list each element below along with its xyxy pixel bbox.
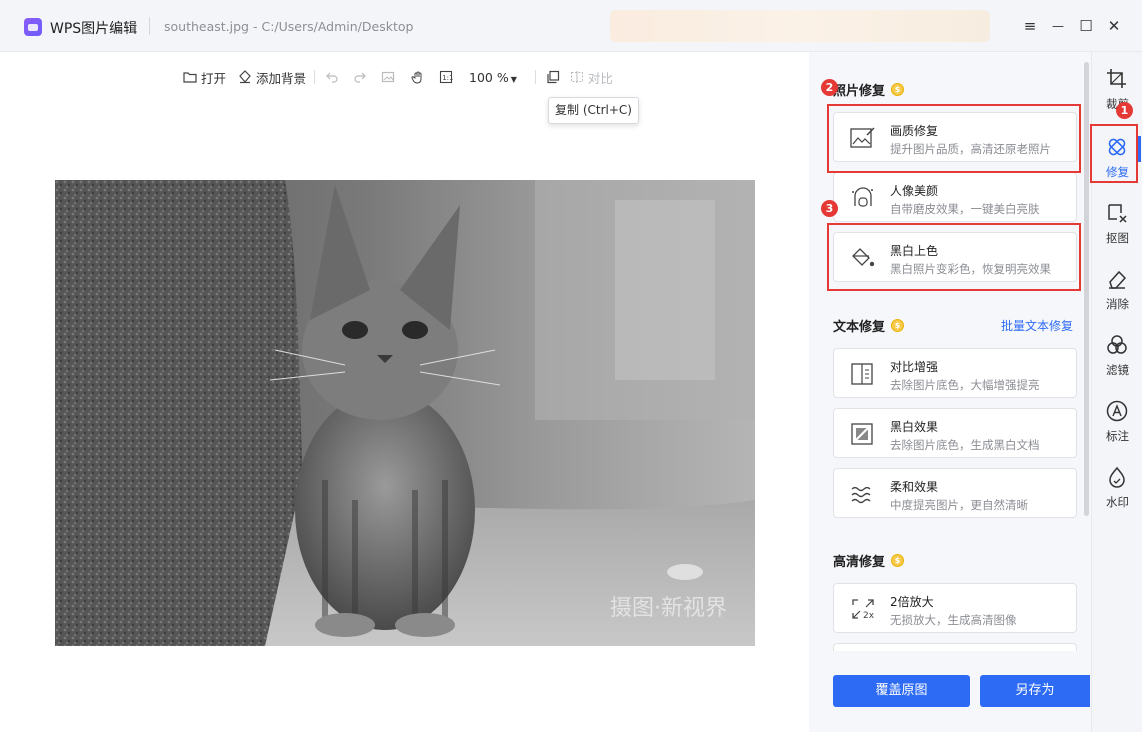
crop-icon xyxy=(1106,68,1128,90)
portrait-icon xyxy=(850,186,876,210)
card-desc: 去除图片底色，生成黑白文档 xyxy=(890,438,1040,452)
card-bw-effect[interactable]: 黑白效果 去除图片底色，生成黑白文档 xyxy=(833,408,1077,458)
card-soft-effect[interactable]: 柔和效果 中度提亮图片，更自然清晰 xyxy=(833,468,1077,518)
hand-icon[interactable] xyxy=(411,70,425,84)
nav-label: 抠图 xyxy=(1106,231,1129,245)
panel-scrollbar[interactable] xyxy=(1084,62,1089,516)
text-repair-label: 文本修复 xyxy=(833,320,886,335)
promo-banner[interactable] xyxy=(610,10,990,42)
card-desc: 自带磨皮效果，一键美白亮肤 xyxy=(890,202,1040,216)
hd-repair-label: 高清修复 xyxy=(833,555,886,570)
open-button[interactable]: 打开 xyxy=(183,68,226,87)
background-icon xyxy=(238,70,252,84)
bw-doc-icon xyxy=(850,422,876,446)
nav-active-indicator xyxy=(1138,136,1141,162)
cat-photo-image xyxy=(55,180,755,646)
folder-icon xyxy=(183,70,197,84)
toolbar-divider xyxy=(534,70,536,84)
copy-icon[interactable] xyxy=(546,70,560,84)
annotation-box-repair-nav xyxy=(1090,124,1138,183)
photo-repair-label: 照片修复 xyxy=(833,84,886,99)
annotation-badge-2: 2 xyxy=(821,79,838,96)
waves-icon xyxy=(850,482,876,506)
toolbar: 打开 添加背景 1:1 100 % ▼ 对比 xyxy=(183,66,613,88)
annotation-badge-1: 1 xyxy=(1116,102,1133,119)
open-label: 打开 xyxy=(201,70,227,86)
card-title: 2倍放大 xyxy=(890,595,934,609)
nav-annotate[interactable]: 标注 xyxy=(1092,390,1142,450)
batch-text-repair-link[interactable]: 批量文本修复 xyxy=(1001,317,1073,334)
nav-label: 消除 xyxy=(1106,297,1129,311)
card-title: 人像美颜 xyxy=(890,184,939,198)
card-title: 柔和效果 xyxy=(890,480,939,494)
zoom-value: 100 % xyxy=(469,69,509,85)
card-title: 黑白效果 xyxy=(890,420,939,434)
chevron-down-icon: ▼ xyxy=(510,74,517,84)
hd-repair-title: 高清修复 $ xyxy=(833,551,905,570)
compare-icon xyxy=(570,70,584,84)
svg-text:1:1: 1:1 xyxy=(442,74,453,82)
compare-button[interactable]: 对比 xyxy=(570,68,613,87)
nav-label: 标注 xyxy=(1106,429,1129,443)
card-desc: 无损放大，生成高清图像 xyxy=(890,613,1017,627)
add-background-button[interactable]: 添加背景 xyxy=(238,68,306,87)
nav-erase[interactable]: 消除 xyxy=(1092,258,1142,318)
file-path: southeast.jpg - C:/Users/Admin/Desktop xyxy=(164,19,413,34)
upscale-icon: 2x xyxy=(850,597,876,621)
text-repair-title: 文本修复 $ xyxy=(833,316,905,335)
nav-filter[interactable]: 滤镜 xyxy=(1092,324,1142,384)
coin-icon: $ xyxy=(891,83,905,96)
save-as-button[interactable]: 另存为 xyxy=(980,675,1090,707)
file-name: southeast.jpg xyxy=(164,19,249,34)
card-next-partial[interactable] xyxy=(833,643,1077,651)
coin-icon: $ xyxy=(891,319,905,332)
card-contrast-enhance[interactable]: 对比增强 去除图片底色，大幅增强提亮 xyxy=(833,348,1077,398)
svg-text:2x: 2x xyxy=(863,611,875,621)
nav-watermark[interactable]: 水印 xyxy=(1092,456,1142,516)
contrast-icon xyxy=(850,362,876,386)
zoom-level[interactable]: 100 % ▼ xyxy=(469,70,517,85)
title-bar: WPS图片编辑 southeast.jpg - C:/Users/Admin/D… xyxy=(0,0,1142,52)
nav-cutout[interactable]: 抠图 xyxy=(1092,192,1142,252)
card-desc: 中度提亮图片，更自然清晰 xyxy=(890,498,1028,512)
minimize-button[interactable]: — xyxy=(1048,16,1068,36)
title-divider xyxy=(149,17,150,35)
annotation-box-image-quality xyxy=(827,104,1081,173)
nav-label: 滤镜 xyxy=(1106,363,1129,377)
filter-icon xyxy=(1106,334,1128,356)
app-logo-icon xyxy=(24,18,42,36)
redo-icon[interactable] xyxy=(353,70,367,84)
image-icon[interactable] xyxy=(381,70,395,84)
edited-photo[interactable]: 摄图·新视界 xyxy=(55,180,755,646)
copy-tooltip: 复制 (Ctrl+C) xyxy=(548,97,639,124)
card-title: 对比增强 xyxy=(890,360,939,374)
nav-label: 水印 xyxy=(1106,495,1129,509)
overwrite-original-button[interactable]: 覆盖原图 xyxy=(833,675,970,707)
card-desc: 去除图片底色，大幅增强提亮 xyxy=(890,378,1040,392)
menu-icon[interactable]: ≡ xyxy=(1020,16,1040,36)
add-background-label: 添加背景 xyxy=(256,70,307,86)
annotate-icon xyxy=(1106,400,1128,422)
close-button[interactable]: ✕ xyxy=(1104,16,1124,36)
coin-icon: $ xyxy=(891,554,905,567)
compare-label: 对比 xyxy=(587,70,613,86)
maximize-button[interactable]: ☐ xyxy=(1076,16,1096,36)
toolbar-divider xyxy=(314,70,316,84)
eraser-icon xyxy=(1106,268,1128,290)
card-2x-upscale[interactable]: 2x 2倍放大 无损放大，生成高清图像 xyxy=(833,583,1077,633)
watermark-icon xyxy=(1106,466,1128,488)
photo-watermark: 摄图·新视界 xyxy=(610,596,727,621)
app-name: WPS图片编辑 xyxy=(50,21,138,37)
file-directory: C:/Users/Admin/Desktop xyxy=(261,19,414,34)
card-portrait-beauty[interactable]: 人像美颜 自带磨皮效果，一键美白亮肤 xyxy=(833,172,1077,222)
undo-icon[interactable] xyxy=(325,70,339,84)
cutout-icon xyxy=(1106,202,1128,224)
annotation-badge-3: 3 xyxy=(821,200,838,217)
annotation-box-colorize xyxy=(827,223,1081,291)
actual-size-icon[interactable]: 1:1 xyxy=(439,70,453,84)
photo-repair-title: 照片修复 $ xyxy=(833,80,905,99)
